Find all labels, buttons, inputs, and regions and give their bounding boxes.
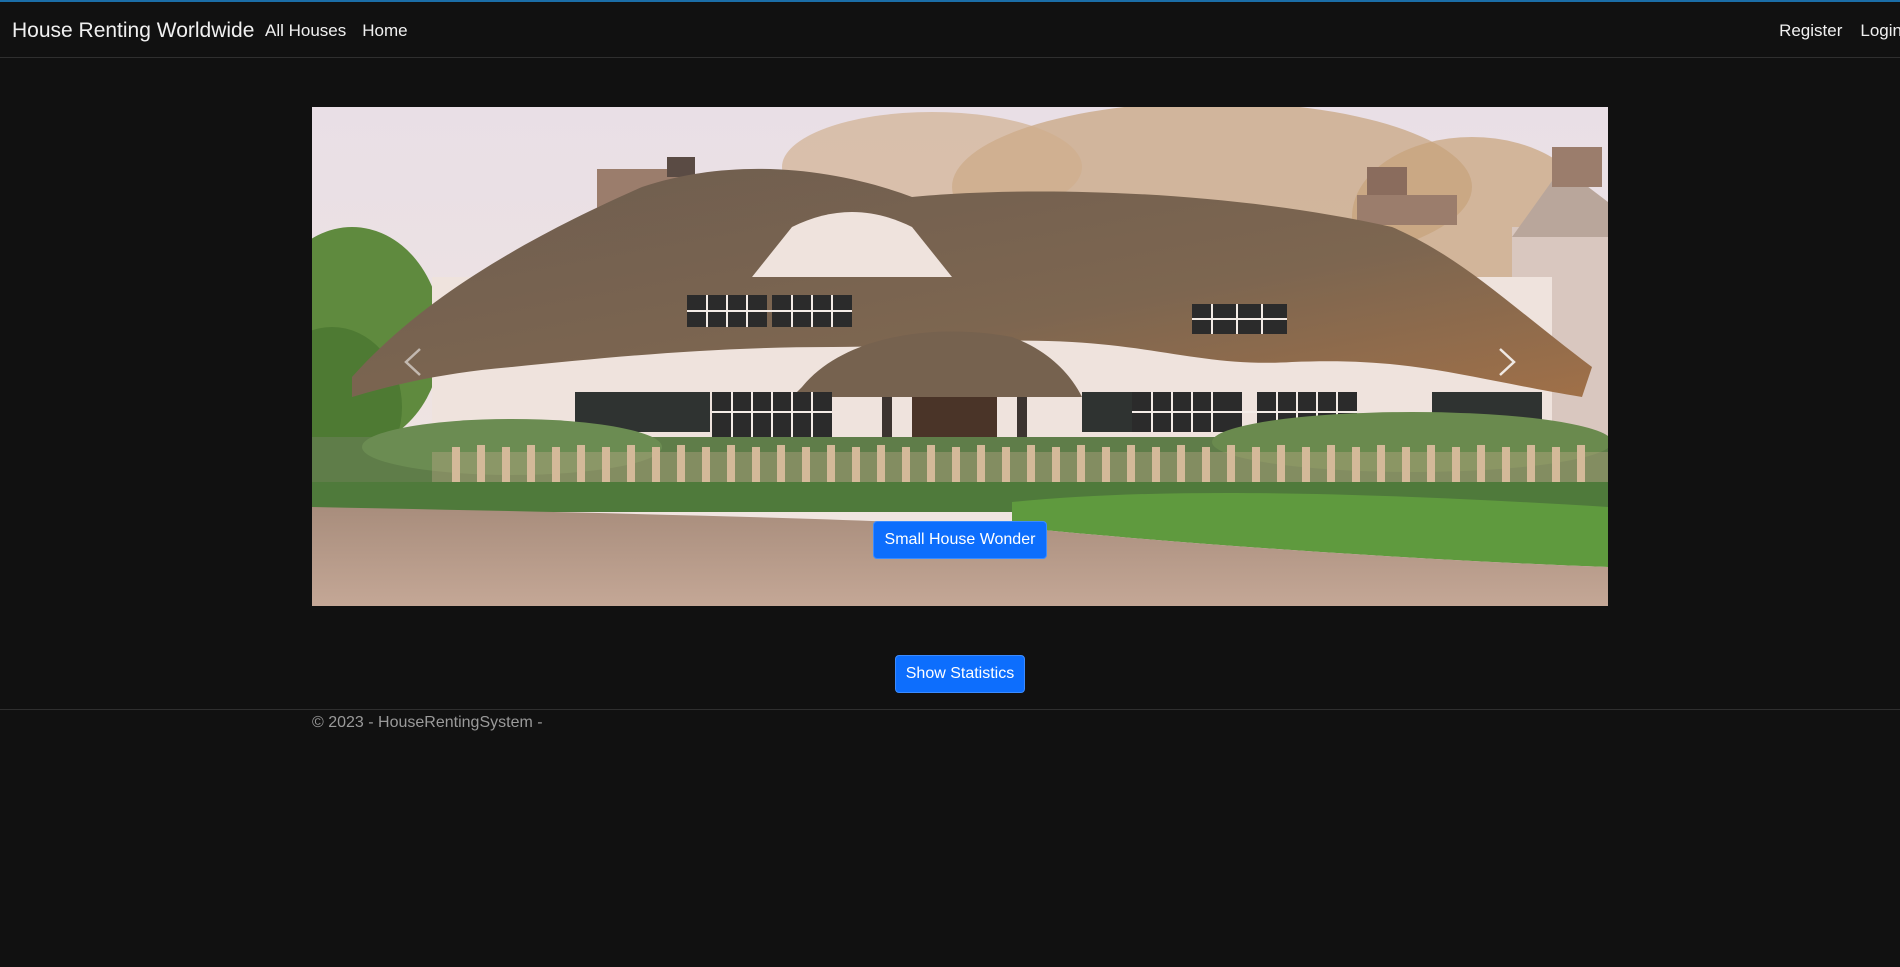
show-statistics-button[interactable]: Show Statistics	[895, 655, 1025, 693]
nav-left: All Houses Home	[265, 21, 408, 41]
house-carousel[interactable]: Small House Wonder	[312, 107, 1608, 606]
chevron-left-icon	[404, 348, 421, 376]
nav-home[interactable]: Home	[362, 21, 407, 41]
footer-copyright: © 2023 - HouseRentingSystem -	[312, 714, 543, 731]
carousel-next-button[interactable]	[1478, 337, 1538, 387]
nav-register[interactable]: Register	[1779, 21, 1842, 41]
navbar: House Renting Worldwide All Houses Home …	[0, 2, 1900, 58]
chevron-right-icon	[1499, 348, 1516, 376]
carousel-prev-button[interactable]	[382, 337, 442, 387]
nav-right: Register Login	[1779, 21, 1900, 41]
brand-link[interactable]: House Renting Worldwide	[12, 19, 254, 43]
page: House Renting Worldwide All Houses Home …	[0, 0, 1900, 967]
nav-all-houses[interactable]: All Houses	[265, 21, 346, 41]
carousel-caption-button[interactable]: Small House Wonder	[873, 521, 1047, 559]
footer: © 2023 - HouseRentingSystem -	[0, 709, 1900, 749]
nav-login[interactable]: Login	[1860, 21, 1900, 41]
